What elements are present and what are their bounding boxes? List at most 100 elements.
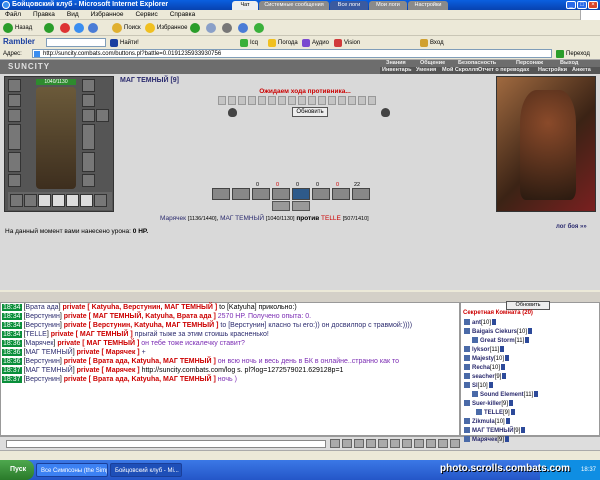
tab-settings[interactable]: Настройки [408, 1, 448, 10]
nav-security[interactable]: Безопасность [458, 60, 496, 66]
equip-slot-ring-2[interactable] [96, 109, 109, 122]
belt-slot-4[interactable] [52, 194, 65, 207]
home-button[interactable] [88, 22, 100, 34]
chat-tool-2[interactable] [354, 439, 364, 448]
info-icon[interactable] [505, 355, 510, 362]
info-icon[interactable] [528, 328, 533, 335]
nav-profile[interactable]: Анкета [572, 67, 591, 73]
online-user[interactable]: Baigais Ciekurs[10] [464, 328, 533, 336]
nav-knowledge[interactable]: Знания [386, 60, 406, 66]
action-slot-8[interactable] [352, 188, 370, 200]
belt-slot-5[interactable] [66, 194, 79, 207]
url-input[interactable]: http://suncity.combats.com/buttons.pl?ba… [32, 49, 552, 58]
tab-my-logs[interactable]: Мои логи [369, 1, 407, 10]
equip-slot-leggings[interactable] [82, 152, 95, 172]
info-icon[interactable] [500, 346, 505, 353]
online-user[interactable]: Zikmula[10] [464, 418, 510, 426]
tab-chat[interactable]: Чат [232, 1, 258, 10]
forward-button[interactable] [44, 22, 56, 34]
menu-favorites[interactable]: Избранное [91, 11, 124, 18]
ally-2-name[interactable]: МАГ ТЕМНЫЙ [220, 215, 264, 222]
weather-button[interactable]: Погода [268, 38, 298, 48]
online-refresh-button[interactable]: Обновить [506, 301, 550, 310]
tab-system[interactable]: Системные сообщения [259, 1, 329, 10]
action-slot-6[interactable] [312, 188, 330, 200]
close-button[interactable]: × [588, 1, 598, 9]
login-button[interactable]: Вход [420, 38, 444, 48]
rambler-search-input[interactable] [46, 38, 106, 47]
equip-slot-gloves[interactable] [82, 79, 95, 92]
nav-inventory[interactable]: Инвентарь [382, 67, 411, 73]
online-user[interactable]: lyksor[11] [464, 346, 505, 354]
action-slot-9[interactable] [272, 201, 290, 211]
chat-tool-6[interactable] [402, 439, 412, 448]
equip-slot-ring-1[interactable] [82, 109, 95, 122]
action-slot-10[interactable] [292, 201, 310, 211]
nav-scroll[interactable]: Мой Скроллп [442, 67, 478, 73]
online-user[interactable]: Марячек[9] [464, 436, 509, 444]
info-icon[interactable] [509, 400, 514, 407]
online-user[interactable]: Suer-killer[9] [464, 400, 514, 408]
belt-slot-7[interactable] [94, 194, 107, 207]
player-name[interactable]: МАГ ТЕМНЫЙ [9] [120, 77, 179, 84]
send-button[interactable] [330, 439, 340, 448]
online-user[interactable]: Recha[10] [464, 364, 506, 372]
online-user[interactable]: Sl[10] [464, 382, 493, 390]
rambler-find-button[interactable]: Найти! [110, 38, 139, 48]
chat-message-input[interactable] [6, 440, 326, 448]
nav-settings[interactable]: Настройки [538, 67, 567, 73]
info-icon[interactable] [502, 373, 507, 380]
print-button[interactable] [222, 22, 234, 34]
online-user[interactable]: МАГ ТЕМНЫЙ[9] [464, 427, 526, 435]
chat-tool-3[interactable] [366, 439, 376, 448]
back-button[interactable]: Назад [3, 22, 32, 34]
refresh-page-button[interactable] [74, 22, 86, 34]
info-icon[interactable] [534, 391, 539, 398]
vision-button[interactable]: Vision [334, 38, 360, 48]
belt-slot-6[interactable] [80, 194, 93, 207]
action-slot-7[interactable] [332, 188, 350, 200]
chat-tool-7[interactable] [414, 439, 424, 448]
equip-slot-amulet[interactable] [8, 109, 21, 122]
equip-slot-bracers[interactable] [82, 94, 95, 107]
equip-slot-shield[interactable] [82, 124, 95, 150]
nav-character[interactable]: Персонаж [516, 60, 543, 66]
go-button[interactable]: Переход [556, 49, 598, 59]
stop-button[interactable] [60, 22, 72, 34]
chat-tool-4[interactable] [378, 439, 388, 448]
info-icon[interactable] [505, 436, 509, 443]
ally-1-name[interactable]: Марячек [160, 215, 186, 222]
refresh-button[interactable]: Обновить [292, 107, 328, 117]
menu-file[interactable]: Файл [5, 11, 21, 18]
equip-slot-belt[interactable] [8, 174, 21, 187]
maximize-button[interactable]: □ [577, 1, 587, 9]
equip-slot-helmet[interactable] [8, 79, 21, 92]
nav-skills[interactable]: Умения [416, 67, 436, 73]
online-user[interactable]: Great Storm[11] [472, 337, 530, 345]
info-icon[interactable] [510, 409, 515, 416]
icq-button[interactable]: Icq [240, 38, 258, 48]
start-button[interactable]: Пуск [0, 460, 34, 480]
equip-slot-boots[interactable] [82, 174, 95, 187]
action-slot-1[interactable] [212, 188, 230, 200]
equip-slot-weapon[interactable] [8, 124, 21, 150]
nav-transfers[interactable]: Отчет о переводах [478, 67, 529, 73]
chat-tool-9[interactable] [438, 439, 448, 448]
nav-exit[interactable]: Выход [560, 60, 578, 66]
nav-chat[interactable]: Общение [420, 60, 445, 66]
task-simpsons[interactable]: Все Симпсоны (the Simp... [36, 463, 108, 477]
task-combats[interactable]: Бойцовский клуб - Mi... [110, 463, 182, 477]
messenger-button[interactable] [254, 22, 266, 34]
menu-edit[interactable]: Правка [33, 11, 55, 18]
chat-tool-1[interactable] [342, 439, 352, 448]
belt-slot-1[interactable] [10, 194, 23, 207]
info-icon[interactable] [488, 382, 493, 389]
info-icon[interactable] [505, 418, 510, 425]
battle-log-link[interactable]: лог боя »» [556, 224, 587, 230]
online-user[interactable]: Sound Element[11] [472, 391, 539, 399]
history-button[interactable] [190, 22, 202, 34]
action-slot-2[interactable] [232, 188, 250, 200]
chat-tool-10[interactable] [450, 439, 460, 448]
equip-slot-earrings[interactable] [8, 94, 21, 107]
action-slot-5[interactable] [292, 188, 310, 200]
